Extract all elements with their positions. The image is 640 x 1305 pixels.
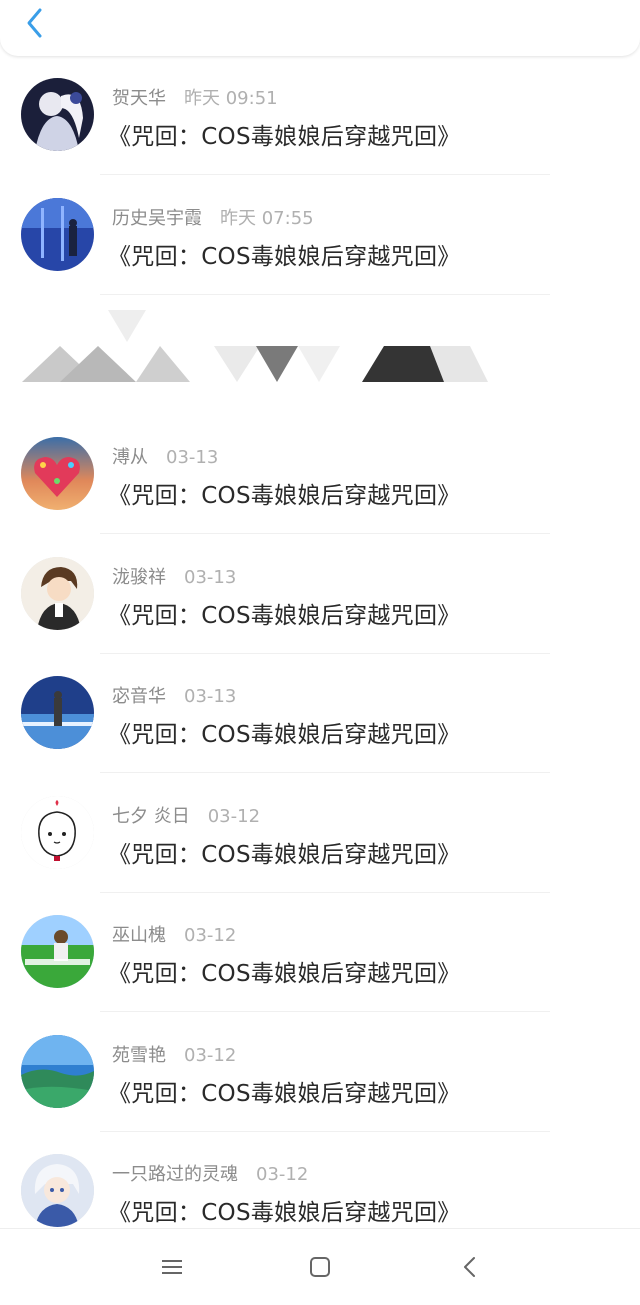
avatar[interactable]	[21, 78, 94, 151]
avatar[interactable]	[21, 437, 94, 510]
comment-meta: 历史吴宇霞 昨天 07:55	[112, 204, 314, 229]
top-bar	[0, 0, 640, 56]
timestamp: 03-12	[207, 806, 261, 827]
user-name[interactable]: 历史吴宇霞	[112, 208, 202, 229]
back-nav-button[interactable]	[456, 1253, 484, 1281]
user-name[interactable]: 泷骏祥	[112, 567, 166, 588]
user-name[interactable]: 七夕 炎日	[112, 806, 190, 827]
system-nav-bar	[0, 1228, 640, 1305]
avatar[interactable]	[21, 915, 94, 988]
comment-text: 《咒回：COS毒娘娘后穿越咒回》	[108, 483, 461, 509]
ad-banner	[0, 296, 640, 423]
comment-list[interactable]: 贺天华 昨天 09:51 《咒回：COS毒娘娘后穿越咒回》 历史吴宇霞 昨天 07:…	[0, 56, 640, 1228]
cartoon-doodle-avatar	[21, 796, 94, 869]
field-person-avatar	[21, 915, 94, 988]
timestamp: 03-12	[184, 925, 237, 946]
divider	[100, 772, 550, 773]
comment-text: 《咒回：COS毒娘娘后穿越咒回》	[108, 124, 461, 150]
white-hair-anime-avatar	[21, 1154, 94, 1227]
back-chevron-icon	[464, 1257, 475, 1277]
anime-girl-avatar	[21, 78, 94, 151]
timestamp: 昨天 07:55	[220, 208, 314, 229]
comment-text: 《咒回：COS毒娘娘后穿越咒回》	[108, 722, 461, 748]
comment-text: 《咒回：COS毒娘娘后穿越咒回》	[108, 1200, 461, 1226]
anime-boy-avatar	[21, 557, 94, 630]
comment-item[interactable]: 七夕 炎日 03-12 《咒回：COS毒娘娘后穿越咒回》	[0, 774, 640, 893]
menu-button[interactable]	[158, 1253, 186, 1281]
comment-item[interactable]: 一只路过的灵魂 03-12 《咒回：COS毒娘娘后穿越咒回》	[0, 1132, 640, 1228]
user-name[interactable]: 一只路过的灵魂	[112, 1164, 238, 1185]
timestamp: 03-12	[184, 1045, 237, 1066]
timestamp: 昨天 09:51	[184, 88, 278, 109]
heart-balloons-avatar	[21, 437, 94, 510]
timestamp: 03-13	[184, 686, 237, 707]
comment-meta: 一只路过的灵魂 03-12	[112, 1160, 309, 1185]
sky-figure-avatar	[21, 676, 94, 749]
user-name[interactable]: 贺天华	[112, 88, 166, 109]
divider	[100, 533, 550, 534]
home-square-icon	[310, 1257, 330, 1277]
comment-item[interactable]: 历史吴宇霞 昨天 07:55 《咒回：COS毒娘娘后穿越咒回》	[0, 176, 640, 295]
timestamp: 03-12	[256, 1164, 309, 1185]
comment-item[interactable]: 宓音华 03-13 《咒回：COS毒娘娘后穿越咒回》	[0, 654, 640, 773]
comment-item[interactable]: 苑雪艳 03-12 《咒回：COS毒娘娘后穿越咒回》	[0, 1013, 640, 1132]
comment-text: 《咒回：COS毒娘娘后穿越咒回》	[108, 1081, 461, 1107]
comment-text: 《咒回：COS毒娘娘后穿越咒回》	[108, 961, 461, 987]
timestamp: 03-13	[166, 447, 219, 468]
timestamp: 03-13	[184, 567, 237, 588]
comment-item[interactable]: 溥从 03-13 《咒回：COS毒娘娘后穿越咒回》	[0, 415, 640, 534]
avatar[interactable]	[21, 198, 94, 271]
comment-item[interactable]: 贺天华 昨天 09:51 《咒回：COS毒娘娘后穿越咒回》	[0, 56, 640, 175]
comment-item[interactable]: 泷骏祥 03-13 《咒回：COS毒娘娘后穿越咒回》	[0, 535, 640, 654]
avatar[interactable]	[21, 1035, 94, 1108]
comment-meta: 巫山槐 03-12	[112, 921, 237, 946]
comment-meta: 宓音华 03-13	[112, 682, 237, 707]
geometric-banner-graphic	[22, 310, 488, 423]
comment-meta: 七夕 炎日 03-12	[112, 802, 261, 827]
back-button[interactable]	[18, 4, 54, 40]
comment-item[interactable]: 巫山槐 03-12 《咒回：COS毒娘娘后穿越咒回》	[0, 893, 640, 1012]
home-button[interactable]	[306, 1253, 334, 1281]
comment-meta: 溥从 03-13	[112, 443, 219, 468]
divider	[100, 174, 550, 175]
comment-meta: 苑雪艳 03-12	[112, 1041, 237, 1066]
night-scene-avatar	[21, 198, 94, 271]
divider	[100, 1011, 550, 1012]
user-name[interactable]: 宓音华	[112, 686, 166, 707]
avatar[interactable]	[21, 796, 94, 869]
user-name[interactable]: 溥从	[112, 447, 148, 468]
avatar[interactable]	[21, 1154, 94, 1227]
comment-text: 《咒回：COS毒娘娘后穿越咒回》	[108, 244, 461, 270]
avatar[interactable]	[21, 557, 94, 630]
avatar[interactable]	[21, 676, 94, 749]
menu-icon	[162, 1260, 182, 1274]
comment-meta: 贺天华 昨天 09:51	[112, 84, 278, 109]
landscape-avatar	[21, 1035, 94, 1108]
comment-text: 《咒回：COS毒娘娘后穿越咒回》	[108, 842, 461, 868]
comment-text: 《咒回：COS毒娘娘后穿越咒回》	[108, 603, 461, 629]
chevron-left-icon	[27, 8, 42, 38]
user-name[interactable]: 巫山槐	[112, 925, 166, 946]
user-name[interactable]: 苑雪艳	[112, 1045, 166, 1066]
divider	[100, 294, 550, 295]
comment-meta: 泷骏祥 03-13	[112, 563, 237, 588]
